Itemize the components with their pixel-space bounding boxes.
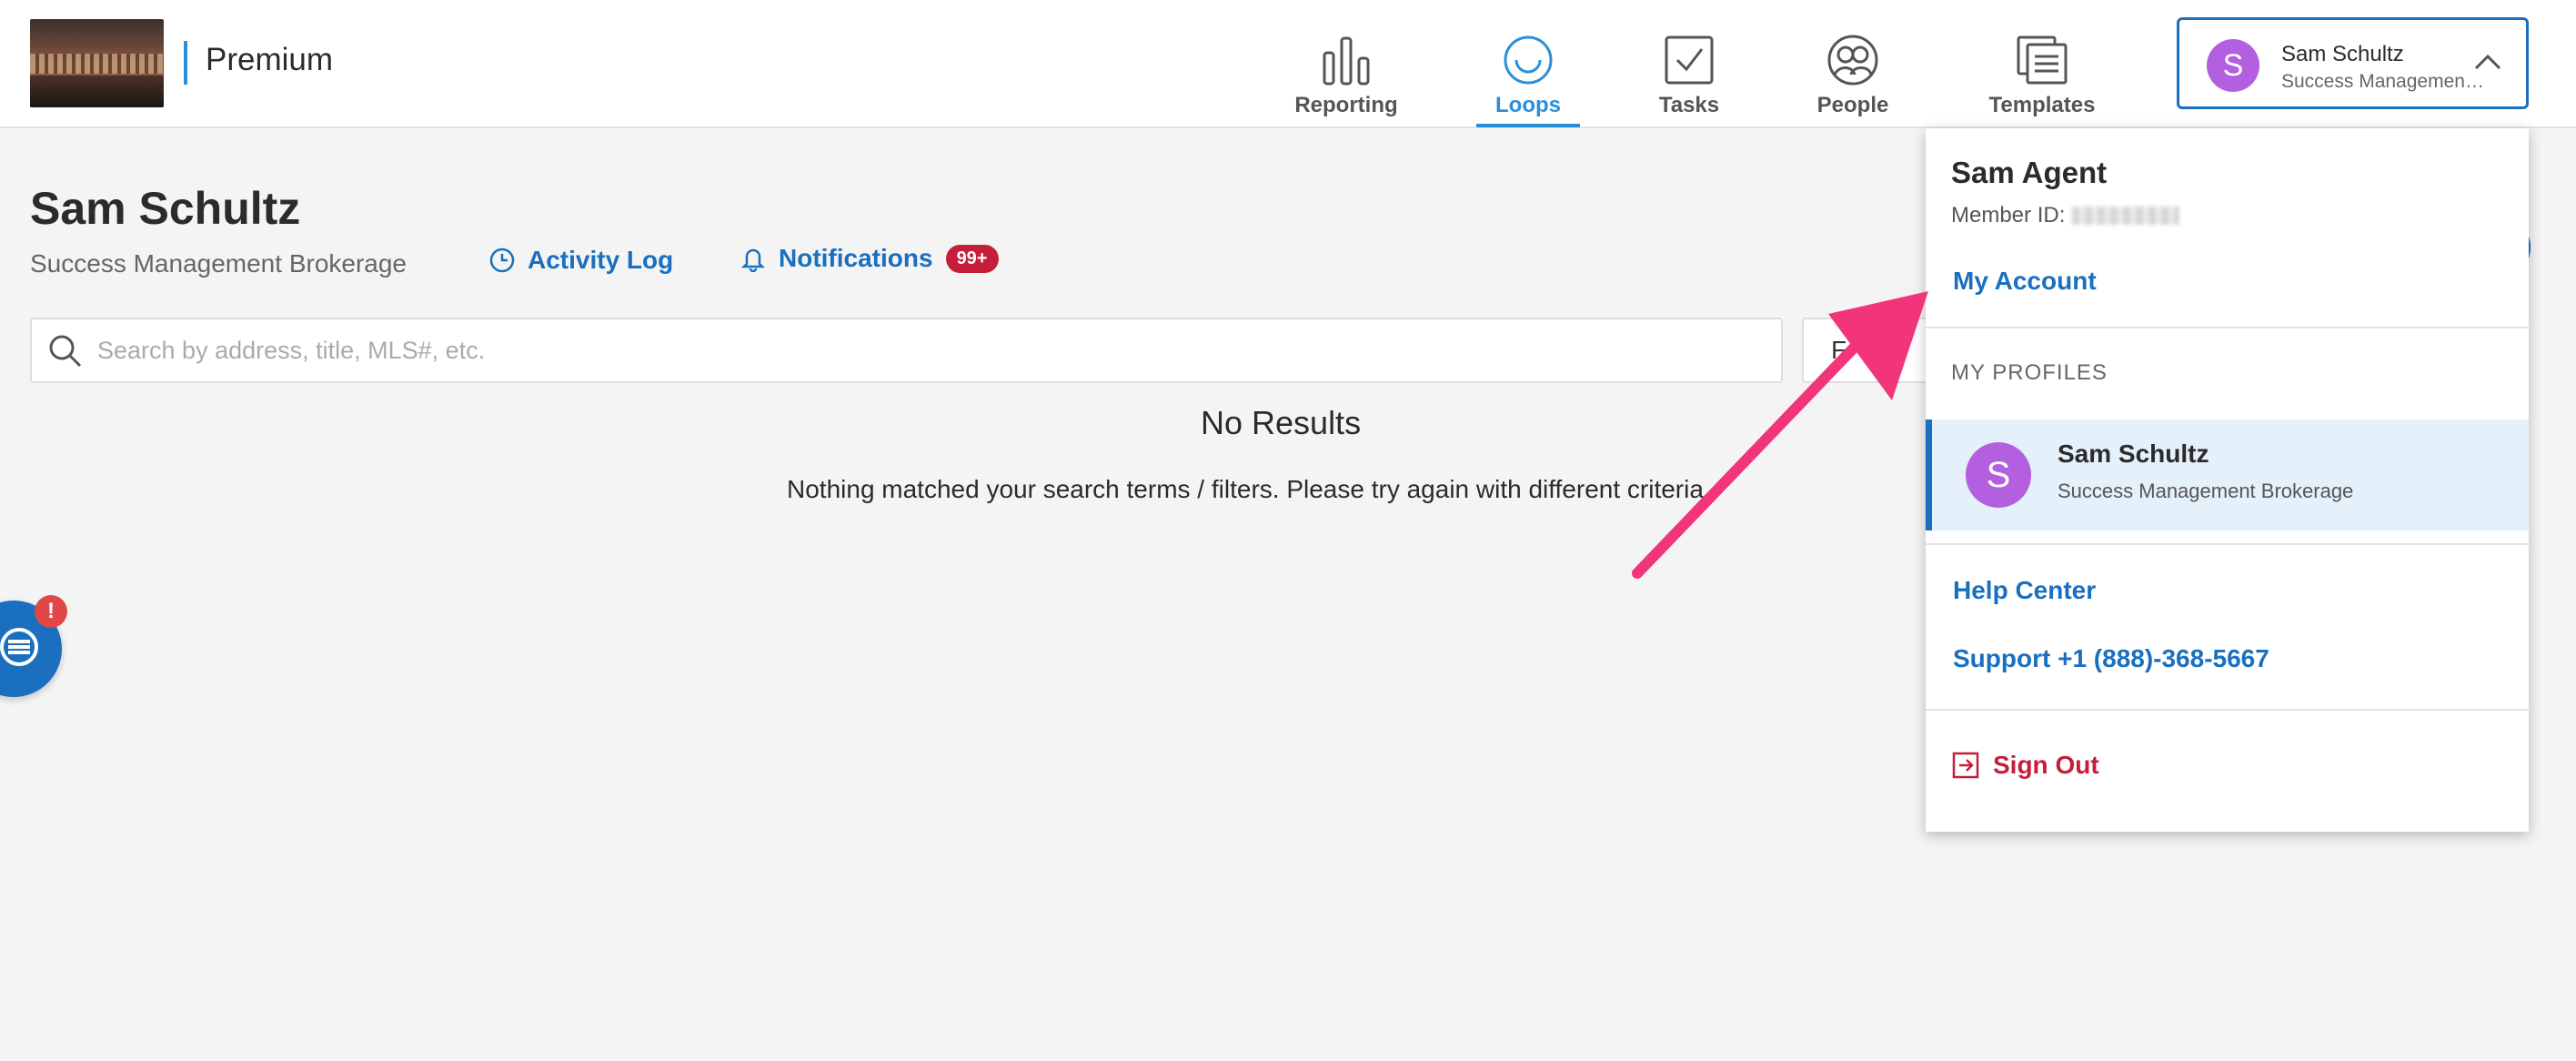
brokerage-logo[interactable] [30,19,164,107]
brand-name: Premium [206,42,334,77]
nav-loops[interactable]: Loops [1460,35,1596,127]
divider [1926,709,2529,711]
people-icon [1827,35,1878,86]
chat-alert-badge: ! [35,595,67,628]
nav-people[interactable]: People [1785,35,1921,126]
notifications-label: Notifications [779,244,933,272]
dropdown-user-name: Sam Agent [1951,156,2108,189]
templates-icon [2017,35,2068,85]
nav-templates-label: Templates [1988,93,2096,117]
checkbox-icon [1665,35,1714,85]
bar-chart-icon [1323,36,1370,86]
loop-icon [1504,35,1553,85]
page-title: Sam Schultz [30,183,301,234]
member-id: Member ID: [1951,203,2180,228]
avatar: S [1966,442,2031,508]
profile-item-sam-schultz[interactable]: S Sam Schultz Success Management Brokera… [1926,419,2529,530]
member-id-label: Member ID: [1951,203,2066,227]
nav-reporting[interactable]: Reporting [1278,35,1414,126]
avatar: S [2207,39,2259,92]
annotation-arrow [1632,291,1928,579]
profile-name: Sam Schultz [2058,440,2209,468]
search-bar [30,318,1783,383]
no-results-message: Nothing matched your search terms / filt… [787,475,1711,503]
sign-out-icon [1952,752,1979,779]
nav-templates[interactable]: Templates [1974,35,2110,126]
account-dropdown: Sam Agent Member ID: My Account MY PROFI… [1926,128,2529,832]
nav-tasks-label: Tasks [1658,93,1720,117]
notifications-link[interactable]: Notifications 99+ [740,244,999,273]
no-results-title: No Results [1201,404,1362,441]
search-icon [49,335,82,368]
chat-icon [0,628,38,666]
chevron-up-icon [2474,54,2501,70]
page-subtitle: Success Management Brokerage [30,249,407,278]
bell-icon [740,248,766,272]
activity-log-link[interactable]: Activity Log [489,246,673,275]
nav-people-label: People [1816,93,1889,117]
brand-divider [184,41,187,85]
help-center-link[interactable]: Help Center [1953,576,2096,605]
sign-out-label: Sign Out [1993,751,2099,779]
divider [1926,327,2529,328]
search-input[interactable] [97,319,1735,381]
divider [1926,543,2529,545]
support-phone-link[interactable]: Support +1 (888)-368-5667 [1953,644,2269,673]
active-tab-indicator [1476,124,1580,127]
my-account-link[interactable]: My Account [1953,267,2097,296]
nav-tasks[interactable]: Tasks [1621,35,1757,126]
account-org: Success Management Brokerage [2281,71,2486,92]
top-header: Premium Reporting Loops Tasks People Tem… [0,0,2576,128]
account-name: Sam Schultz [2281,42,2404,66]
activity-log-label: Activity Log [528,246,674,274]
sign-out-button[interactable]: Sign Out [1951,751,2099,780]
nav-loops-label: Loops [1495,93,1561,117]
clock-icon [489,248,515,273]
account-menu-button[interactable]: S Sam Schultz Success Management Brokera… [2177,17,2529,109]
notifications-count-badge: 99+ [945,244,999,273]
profile-org: Success Management Brokerage [2058,480,2354,502]
nav-reporting-label: Reporting [1294,93,1398,117]
profiles-heading: MY PROFILES [1951,360,2108,385]
member-id-redacted [2072,207,2180,225]
